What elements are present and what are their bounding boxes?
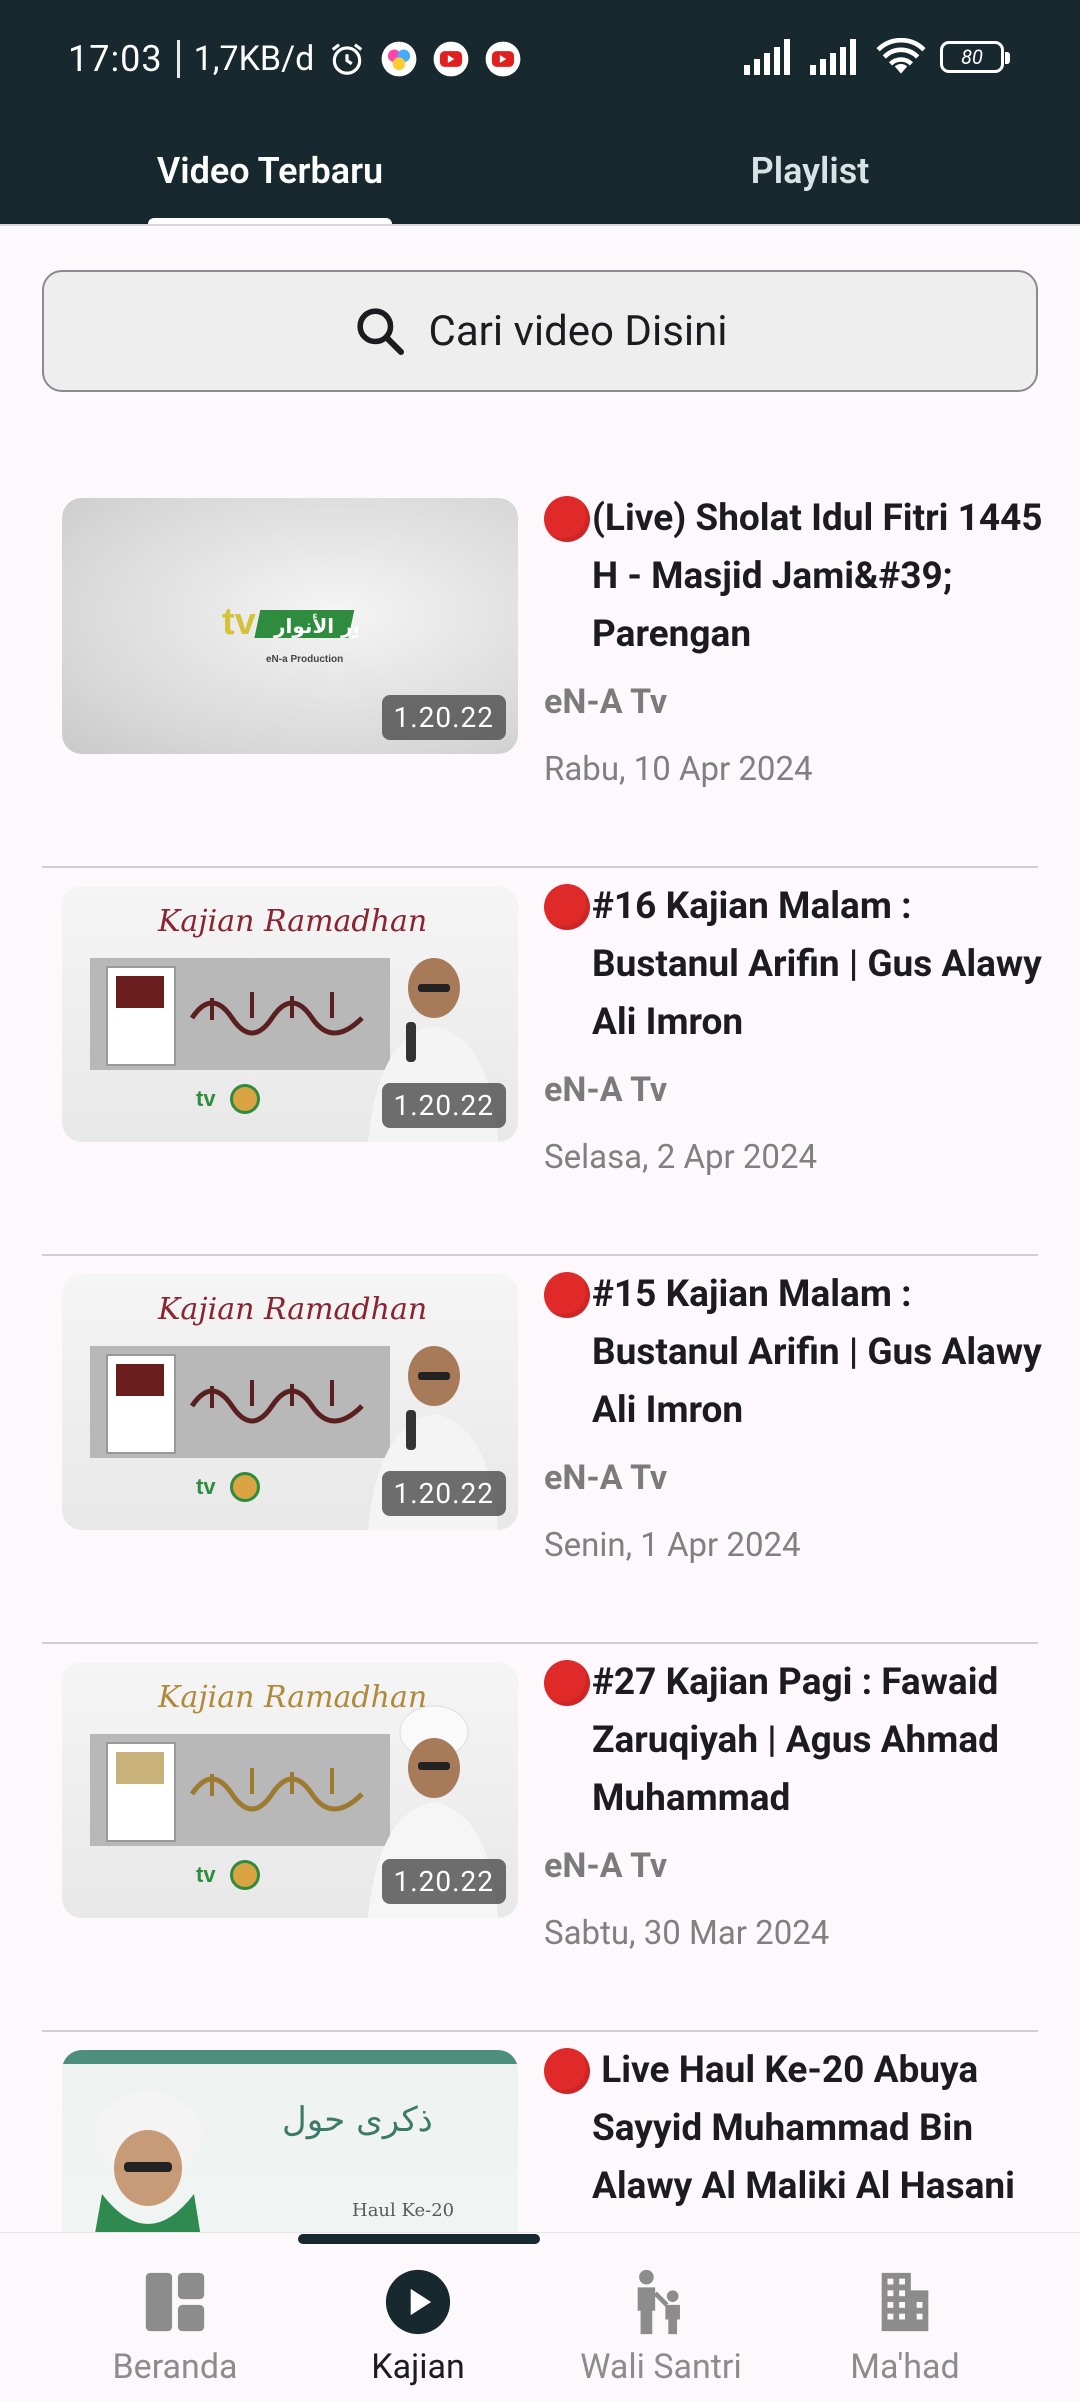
nav-label: Wali Santri <box>580 2347 742 2387</box>
video-date: Rabu, 10 Apr 2024 <box>544 750 813 789</box>
video-item[interactable]: ذكرى حول Haul Ke-20 Live Haul Ke-20 Abuy… <box>0 2032 1080 2232</box>
book-image <box>106 1742 176 1842</box>
live-dot-icon <box>544 1660 590 1706</box>
wifi-icon <box>876 38 926 74</box>
video-item[interactable]: Kajian Ramadhan tv 1.20.22 <box>0 868 1080 1256</box>
video-date: Sabtu, 30 Mar 2024 <box>544 1914 830 1953</box>
video-title-text: #15 Kajian Malam : Bustanul Arifin | Gus… <box>592 1273 1042 1432</box>
video-channel: eN-A Tv <box>544 1846 668 1886</box>
search-input[interactable]: Cari video Disini <box>42 270 1038 392</box>
book-image <box>106 966 176 1066</box>
dashboard-icon <box>145 2272 205 2332</box>
video-channel: eN-A Tv <box>544 1070 668 1110</box>
search-icon <box>357 308 405 356</box>
video-title[interactable]: (Live) Sholat Idul Fitri 1445 H - Masjid… <box>544 490 1044 664</box>
app-header: 17:03 1,7KB/d 80 Video Terbaru Playlist <box>0 0 1080 226</box>
svg-text:نور الأنوار: نور الأنوار <box>273 613 358 638</box>
tab-playlist[interactable]: Playlist <box>540 118 1080 224</box>
channel-logos: tv <box>196 1084 260 1114</box>
video-item[interactable]: tv نور الأنوار eN-a Production 1.20.22 (… <box>0 480 1080 868</box>
network-speed: 1,7KB/d <box>193 39 315 79</box>
youtube-icon <box>433 41 469 77</box>
youtube-icon <box>485 41 521 77</box>
play-circle-icon <box>385 2269 451 2335</box>
header-divider <box>0 224 1080 226</box>
video-title[interactable]: #27 Kajian Pagi : Fawaid Zaruqiyah | Agu… <box>544 1654 1044 1828</box>
signal-icon <box>744 39 790 75</box>
bottom-navigation: Beranda Kajian Wali Santri Ma'had <box>0 2232 1080 2401</box>
app-icon <box>381 41 417 77</box>
nav-label: Ma'had <box>850 2347 960 2387</box>
video-info: #16 Kajian Malam : Bustanul Arifin | Gus… <box>544 878 1044 1177</box>
nav-label: Beranda <box>112 2347 238 2387</box>
tv-logo-sub: eN-a Production <box>266 654 344 665</box>
nav-kajian[interactable]: Kajian <box>283 2233 553 2401</box>
nav-beranda[interactable]: Beranda <box>40 2233 310 2401</box>
haul-label: Haul Ke-20 <box>352 2200 455 2221</box>
status-time: 17:03 <box>68 38 163 80</box>
video-title-text: #16 Kajian Malam : Bustanul Arifin | Gus… <box>592 885 1042 1044</box>
live-dot-icon <box>544 2048 590 2094</box>
parent-child-icon <box>637 2269 680 2335</box>
nav-wali-santri[interactable]: Wali Santri <box>526 2233 796 2401</box>
tab-bar: Video Terbaru Playlist <box>0 118 1080 224</box>
live-dot-icon <box>544 496 590 542</box>
book-image <box>106 1354 176 1454</box>
battery-icon: 80 <box>940 41 1010 73</box>
video-duration: 1.20.22 <box>381 1859 506 1904</box>
nav-mahad[interactable]: Ma'had <box>770 2233 1040 2401</box>
video-channel: eN-A Tv <box>544 682 668 722</box>
live-dot-icon <box>544 884 590 930</box>
video-title-text: Live Haul Ke-20 Abuya Sayyid Muhammad Bi… <box>592 2049 1015 2208</box>
live-dot-icon <box>544 1272 590 1318</box>
video-info: #15 Kajian Malam : Bustanul Arifin | Gus… <box>544 1266 1044 1565</box>
status-separator <box>176 40 180 78</box>
video-duration: 1.20.22 <box>381 1083 506 1128</box>
search-placeholder: Cari video Disini <box>428 306 728 356</box>
scholar-image <box>94 2092 202 2232</box>
arabic-calligraphy <box>189 1380 364 1424</box>
channel-logos: tv <box>196 1860 260 1890</box>
svg-text:tv: tv <box>222 602 256 643</box>
video-thumbnail[interactable]: ذكرى حول Haul Ke-20 <box>62 2050 518 2232</box>
video-title-text: (Live) Sholat Idul Fitri 1445 H - Masjid… <box>592 497 1043 656</box>
video-date: Selasa, 2 Apr 2024 <box>544 1138 818 1177</box>
arabic-calligraphy <box>189 1768 364 1812</box>
scroll-indicator <box>298 2234 540 2244</box>
video-thumbnail[interactable]: Kajian Ramadhan tv 1.20.22 <box>62 886 518 1142</box>
video-thumbnail[interactable]: tv نور الأنوار eN-a Production 1.20.22 <box>62 498 518 754</box>
video-title[interactable]: #16 Kajian Malam : Bustanul Arifin | Gus… <box>544 878 1044 1052</box>
status-bar: 17:03 1,7KB/d 80 <box>0 0 1080 118</box>
video-title-text: #27 Kajian Pagi : Fawaid Zaruqiyah | Agu… <box>592 1661 999 1820</box>
video-title[interactable]: Live Haul Ke-20 Abuya Sayyid Muhammad Bi… <box>544 2042 1044 2216</box>
video-duration: 1.20.22 <box>381 695 506 740</box>
video-channel: eN-A Tv <box>544 1458 668 1498</box>
building-icon <box>881 2272 929 2332</box>
arabic-heading: ذكرى حول <box>282 2100 433 2140</box>
channel-logos: tv <box>196 1472 260 1502</box>
alarm-icon <box>332 43 363 75</box>
battery-level: 80 <box>961 45 983 69</box>
video-duration: 1.20.22 <box>381 1471 506 1516</box>
video-title[interactable]: #15 Kajian Malam : Bustanul Arifin | Gus… <box>544 1266 1044 1440</box>
nav-label: Kajian <box>371 2347 465 2387</box>
video-thumbnail[interactable]: Kajian Ramadhan tv 1.20.22 <box>62 1662 518 1918</box>
video-date: Senin, 1 Apr 2024 <box>544 1526 801 1565</box>
signal-icon <box>810 39 856 75</box>
arabic-calligraphy <box>189 992 364 1036</box>
video-item[interactable]: Kajian Ramadhan tv 1.20.22 #27 Kajian Pa… <box>0 1644 1080 2032</box>
video-item[interactable]: Kajian Ramadhan tv 1.20.22 <box>0 1256 1080 1644</box>
video-info: #27 Kajian Pagi : Fawaid Zaruqiyah | Agu… <box>544 1654 1044 1953</box>
video-thumbnail[interactable]: Kajian Ramadhan tv 1.20.22 <box>62 1274 518 1530</box>
tab-video-terbaru[interactable]: Video Terbaru <box>0 118 540 224</box>
video-info: (Live) Sholat Idul Fitri 1445 H - Masjid… <box>544 490 1044 789</box>
tv-logo: tv نور الأنوار eN-a Production <box>222 601 373 665</box>
video-info: Live Haul Ke-20 Abuya Sayyid Muhammad Bi… <box>544 2042 1044 2216</box>
